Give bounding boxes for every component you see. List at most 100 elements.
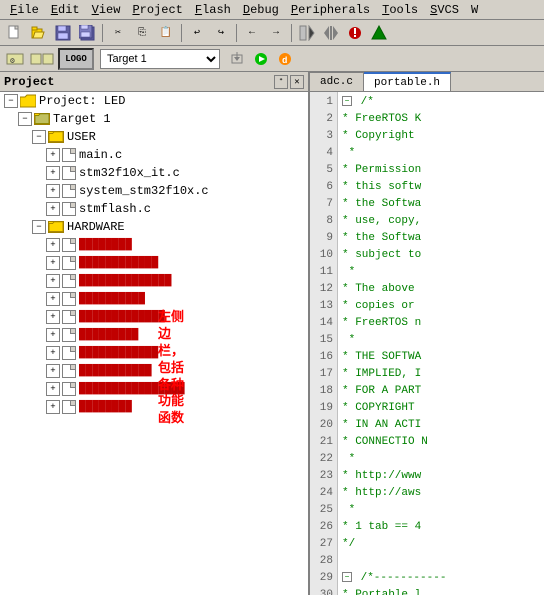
open-button[interactable] <box>28 22 50 44</box>
tree-node-target1[interactable]: − Target 1 <box>0 110 308 128</box>
save-all-button[interactable] <box>76 22 98 44</box>
code-line-5: * Permission <box>342 162 540 179</box>
tree-node-system[interactable]: + system_stm32f10x.c <box>0 182 308 200</box>
menu-w[interactable]: W <box>465 2 484 18</box>
menu-view[interactable]: View <box>86 2 127 18</box>
undo-button[interactable]: ↩ <box>186 22 208 44</box>
run-btn[interactable] <box>250 48 272 70</box>
close-panel-button[interactable]: ✕ <box>290 75 304 89</box>
menu-project[interactable]: Project <box>126 2 188 18</box>
expand-hw8[interactable]: + <box>46 364 60 378</box>
fold-1[interactable]: − <box>342 96 352 106</box>
load-btn[interactable] <box>226 48 248 70</box>
hw3-label: ██████████████ <box>79 275 171 287</box>
expand-hardware[interactable]: − <box>32 220 46 234</box>
tree-node-hw9[interactable]: + ████████████████ <box>0 380 308 398</box>
paste-button[interactable]: 📋 <box>155 22 177 44</box>
t3-button[interactable] <box>344 22 366 44</box>
code-line-23: * http://www <box>342 468 540 485</box>
t2-button[interactable] <box>320 22 342 44</box>
tree-node-main[interactable]: + main.c <box>0 146 308 164</box>
back-button[interactable]: ← <box>241 22 263 44</box>
pin-button[interactable]: ᐩ <box>274 75 288 89</box>
code-area[interactable]: 1 2 3 4 5 6 7 8 9 10 11 12 13 14 15 16 1 <box>310 92 544 595</box>
expand-hw6[interactable]: + <box>46 328 60 342</box>
code-line-26: * 1 tab == 4 <box>342 519 540 536</box>
hw6-file-icon <box>62 328 76 342</box>
menu-peripherals[interactable]: Peripherals <box>285 2 376 18</box>
editor-panel: adc.c portable.h 1 2 3 4 5 6 7 8 9 <box>310 72 544 595</box>
tree-node-hardware[interactable]: − HARDWARE <box>0 218 308 236</box>
code-line-10: * subject to <box>342 247 540 264</box>
tree-node-hw2[interactable]: + ████████████ <box>0 254 308 272</box>
linenum-8: 8 <box>314 213 333 230</box>
code-line-1: − /* <box>342 94 540 111</box>
forward-button[interactable]: → <box>265 22 287 44</box>
target-select[interactable]: Target 1 <box>100 49 220 69</box>
copy-button[interactable]: ⎘ <box>131 22 153 44</box>
tab-adc[interactable]: adc.c <box>310 72 364 91</box>
fold-29[interactable]: − <box>342 572 352 582</box>
tree-node-hw4[interactable]: + ██████████ <box>0 290 308 308</box>
tree-node-hw7[interactable]: + ████████████ <box>0 344 308 362</box>
linenum-14: 14 <box>314 315 333 332</box>
tree-node-stmflash[interactable]: + stmflash.c <box>0 200 308 218</box>
menu-flash[interactable]: Flash <box>189 2 237 18</box>
debug-btn[interactable]: d <box>274 48 296 70</box>
linenum-1: 1 <box>314 94 333 111</box>
panel-icons: ᐩ ✕ <box>274 75 304 89</box>
code-line-27: */ <box>342 536 540 553</box>
hw9-label: ████████████████ <box>79 383 185 395</box>
expand-hw9[interactable]: + <box>46 382 60 396</box>
linenum-19: 19 <box>314 400 333 417</box>
menu-tools[interactable]: Tools <box>376 2 424 18</box>
linenum-16: 16 <box>314 349 333 366</box>
target1-label: Target 1 <box>53 112 111 126</box>
expand-system[interactable]: + <box>46 184 60 198</box>
linenum-29: 29 <box>314 570 333 587</box>
logo-btn[interactable]: LOGO <box>58 48 94 70</box>
cut-button[interactable]: ✂ <box>107 22 129 44</box>
expand-hw1[interactable]: + <box>46 238 60 252</box>
tab-portable[interactable]: portable.h <box>364 72 451 91</box>
tree-node-user[interactable]: − USER <box>0 128 308 146</box>
code-line-20: * IN AN ACTI <box>342 417 540 434</box>
t4-button[interactable] <box>368 22 390 44</box>
tree-node-hw10[interactable]: + ████████ <box>0 398 308 416</box>
menu-svcs[interactable]: SVCS <box>424 2 465 18</box>
tree-node-hw8[interactable]: + ███████████ <box>0 362 308 380</box>
code-content[interactable]: − /* * FreeRTOS K * Copyright * * Permis… <box>338 92 544 595</box>
expand-main[interactable]: + <box>46 148 60 162</box>
menu-edit[interactable]: Edit <box>45 2 86 18</box>
expand-hw4[interactable]: + <box>46 292 60 306</box>
code-line-14: * FreeRTOS n <box>342 315 540 332</box>
rebuild-btn[interactable] <box>28 48 56 70</box>
save-button[interactable] <box>52 22 74 44</box>
tree-node-hw1[interactable]: + ████████ <box>0 236 308 254</box>
tree-node-hw6[interactable]: + █████████ <box>0 326 308 344</box>
menu-file[interactable]: File <box>4 2 45 18</box>
expand-hw3[interactable]: + <box>46 274 60 288</box>
t1-button[interactable] <box>296 22 318 44</box>
expand-hw5[interactable]: + <box>46 310 60 324</box>
code-line-6: * this softw <box>342 179 540 196</box>
tree-node-hw3[interactable]: + ██████████████ <box>0 272 308 290</box>
expand-user[interactable]: − <box>32 130 46 144</box>
expand-hw7[interactable]: + <box>46 346 60 360</box>
redo-button[interactable]: ↪ <box>210 22 232 44</box>
expand-stm32it[interactable]: + <box>46 166 60 180</box>
expand-target1[interactable]: − <box>18 112 32 126</box>
target1-folder-icon <box>34 113 50 125</box>
tree-area[interactable]: − Project: LED − Target 1 − <box>0 92 308 595</box>
build-btn[interactable]: ⚙ <box>4 48 26 70</box>
expand-project[interactable]: − <box>4 94 18 108</box>
tree-node-hw5[interactable]: + █████████████ <box>0 308 308 326</box>
menu-debug[interactable]: Debug <box>237 2 285 18</box>
expand-hw10[interactable]: + <box>46 400 60 414</box>
linenum-12: 12 <box>314 281 333 298</box>
expand-stmflash[interactable]: + <box>46 202 60 216</box>
expand-hw2[interactable]: + <box>46 256 60 270</box>
new-button[interactable] <box>4 22 26 44</box>
tree-node-project[interactable]: − Project: LED <box>0 92 308 110</box>
tree-node-stm32it[interactable]: + stm32f10x_it.c <box>0 164 308 182</box>
